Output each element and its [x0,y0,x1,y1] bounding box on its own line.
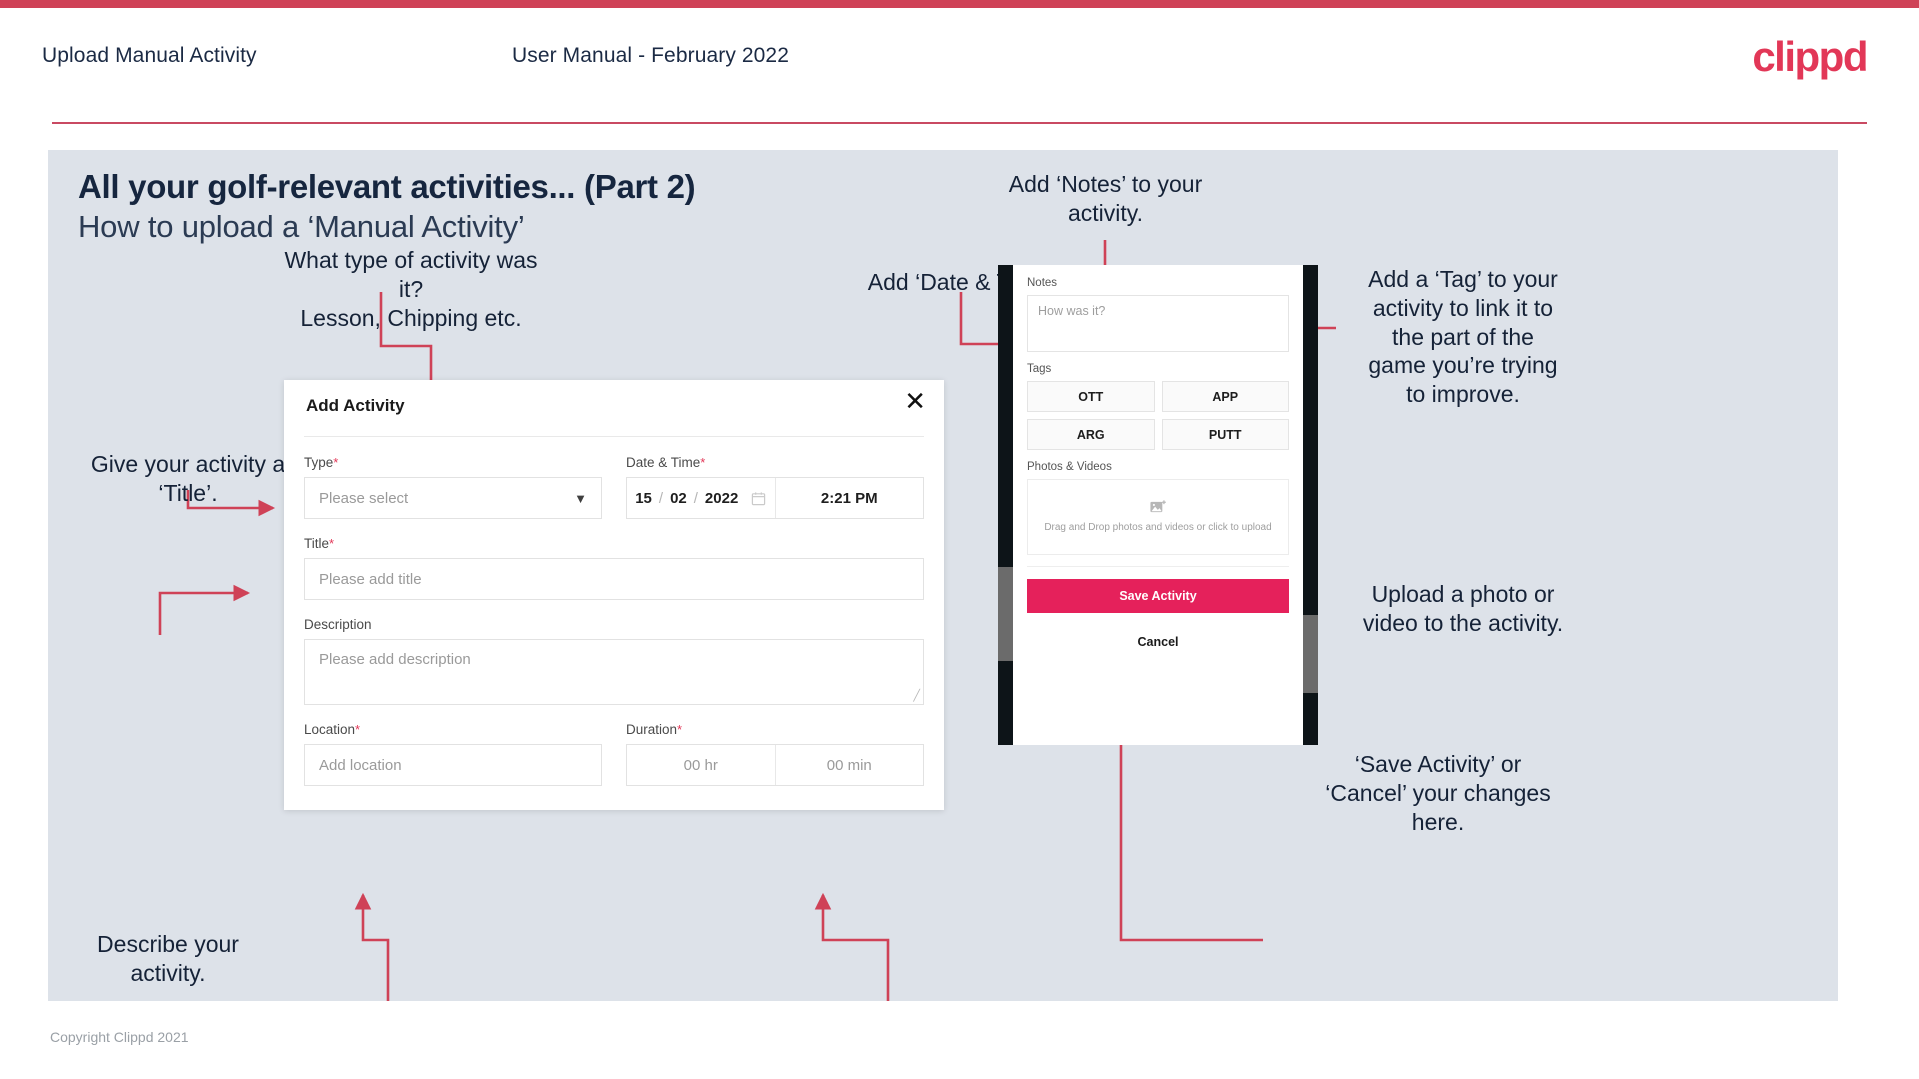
notes-input[interactable]: How was it? [1027,295,1289,352]
annotation-title-text: Give your activity a ‘Title’. [90,451,286,506]
annotation-tags-text: Add a ‘Tag’ to your activity to link it … [1368,266,1558,407]
slide-page: Upload Manual Activity User Manual - Feb… [0,0,1919,1079]
title-input[interactable]: Please add title [304,558,924,600]
annotation-upload-text: Upload a photo or video to the activity. [1362,581,1564,636]
annotation-save: ‘Save Activity’ or ‘Cancel’ your changes… [1288,750,1588,836]
date-input[interactable]: 15 / 02 / 2022 [627,478,775,518]
field-location: Location* Add location [304,722,602,786]
dialog-header: Add Activity ✕ [284,380,944,432]
phone-bezel-left [998,265,1013,745]
slide-subtitle: How to upload a ‘Manual Activity’ [78,209,525,244]
tag-app-button[interactable]: APP [1161,381,1289,412]
header-divider [52,122,1867,124]
time-input[interactable]: 2:21 PM [774,478,924,518]
annotation-type-line1: What type of activity was it? Lesson, Ch… [284,247,538,331]
phone-mockup: Notes How was it? Tags OTT APP ARG PUTT … [998,265,1318,745]
date-day: 15 [635,489,652,507]
resize-handle-icon[interactable]: ╱ [913,689,920,702]
title-label-text: Title [304,536,330,551]
photo-upload-dropzone[interactable]: Drag and Drop photos and videos or click… [1027,479,1289,555]
title-label: Title* [304,536,924,551]
add-image-icon [1149,500,1166,512]
annotation-description-text: Describe your activity. [97,931,239,986]
tags-grid: OTT APP ARG PUTT [1027,381,1289,450]
annotation-notes: Add ‘Notes’ to your activity. [983,170,1228,228]
datetime-controls: 15 / 02 / 2022 2:21 PM [626,477,924,519]
save-activity-button[interactable]: Save Activity [1027,579,1289,613]
type-select[interactable]: Please select ▼ [304,477,602,519]
description-label-text: Description [304,617,372,632]
phone-screen: Notes How was it? Tags OTT APP ARG PUTT … [1013,265,1303,745]
row-location-duration: Location* Add location Duration* 00 hr 0… [304,722,924,786]
phone-power-button-right [1303,615,1318,693]
slide-body: All your golf-relevant activities... (Pa… [48,150,1838,1001]
calendar-icon[interactable] [751,491,766,506]
description-placeholder: Please add description [319,651,471,668]
field-description: Description Please add description ╱ [304,617,924,705]
location-label: Location* [304,722,602,737]
type-required-asterisk: * [333,455,339,470]
duration-label: Duration* [626,722,924,737]
location-label-text: Location [304,722,356,737]
field-type: Type* Please select ▼ [304,455,602,519]
dialog-body: Type* Please select ▼ Date & Time* 15 / … [284,437,944,786]
datetime-required-asterisk: * [700,455,706,470]
cancel-button[interactable]: Cancel [1027,635,1289,649]
tag-ott-button[interactable]: OTT [1027,381,1155,412]
header-subtitle: User Manual - February 2022 [512,44,789,67]
type-label: Type* [304,455,602,470]
header-title: Upload Manual Activity [42,44,257,67]
notes-label: Notes [1027,277,1058,289]
datetime-label: Date & Time* [626,455,924,470]
copyright-text: Copyright Clippd 2021 [50,1029,189,1045]
duration-label-text: Duration [626,722,678,737]
annotation-description: Describe your activity. [53,930,283,988]
duration-minutes-input[interactable]: 00 min [774,745,924,785]
close-icon[interactable]: ✕ [904,388,926,414]
top-accent-strip [0,0,1919,8]
field-title: Title* Please add title [304,536,924,600]
date-year: 2022 [704,489,739,507]
description-textarea[interactable]: Please add description ╱ [304,639,924,705]
date-sep-2: / [693,489,698,507]
date-month: 02 [670,489,687,507]
row-type-datetime: Type* Please select ▼ Date & Time* 15 / … [304,455,924,519]
field-duration: Duration* 00 hr 00 min [626,722,924,786]
annotation-title: Give your activity a ‘Title’. [53,450,323,508]
datetime-label-text: Date & Time [626,455,701,470]
dropzone-text: Drag and Drop photos and videos or click… [1044,521,1272,533]
date-sep-1: / [658,489,664,507]
add-activity-dialog: Add Activity ✕ Type* Please select ▼ Dat… [284,380,944,810]
duration-hours-input[interactable]: 00 hr [627,745,775,785]
clippd-logo: clippd [1752,33,1868,80]
location-required-asterisk: * [355,722,361,737]
duration-required-asterisk: * [677,722,683,737]
chevron-down-icon: ▼ [574,490,587,506]
annotation-upload: Upload a photo or video to the activity. [1333,580,1593,638]
annotation-notes-text: Add ‘Notes’ to your activity. [1008,171,1203,226]
field-datetime: Date & Time* 15 / 02 / 2022 2:21 PM [626,455,924,519]
annotation-tags: Add a ‘Tag’ to your activity to link it … [1333,265,1593,409]
annotation-type: What type of activity was it? Lesson, Ch… [276,246,546,332]
tag-arg-button[interactable]: ARG [1027,419,1155,450]
tag-putt-button[interactable]: PUTT [1161,419,1289,450]
tags-label: Tags [1027,363,1052,375]
phone-volume-button-left [998,567,1013,661]
photos-videos-label: Photos & Videos [1027,461,1112,473]
dialog-title: Add Activity [306,396,405,415]
type-select-value: Please select [319,489,409,507]
phone-divider [1027,566,1289,567]
annotation-save-text: ‘Save Activity’ or ‘Cancel’ your changes… [1325,751,1551,835]
location-input[interactable]: Add location [304,744,602,786]
slide-title: All your golf-relevant activities... (Pa… [78,168,696,205]
description-label: Description [304,617,924,632]
type-label-text: Type [304,455,334,470]
duration-controls: 00 hr 00 min [626,744,924,786]
title-required-asterisk: * [329,536,335,551]
